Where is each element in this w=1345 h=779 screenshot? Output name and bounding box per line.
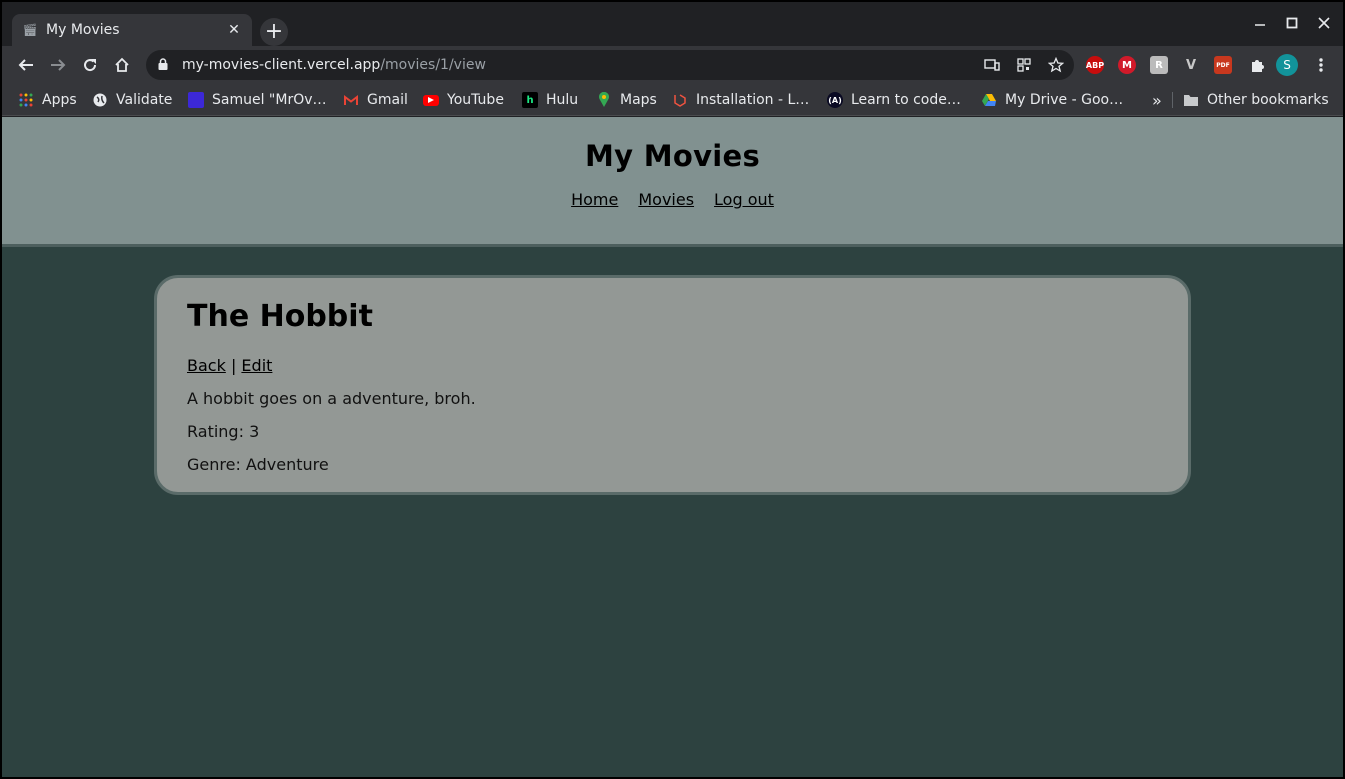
bookmark-label: Samuel "MrOv… — [212, 92, 327, 108]
url-path: /movies/1/view — [380, 57, 486, 73]
bookmark-samuel[interactable]: Samuel "MrOv… — [188, 90, 327, 110]
extension-r-icon[interactable]: R — [1150, 56, 1168, 74]
nav-movies-link[interactable]: Movies — [638, 190, 694, 209]
star-icon[interactable] — [1046, 55, 1066, 75]
bookmarks-overflow-button[interactable]: » — [1152, 90, 1162, 110]
tab-strip: 🎬︎ My Movies ✕ + — [2, 2, 1343, 46]
bookmark-my-drive[interactable]: My Drive - Goo… — [981, 90, 1123, 110]
home-icon[interactable] — [109, 52, 135, 78]
globe-icon — [92, 92, 108, 108]
page-content: My Movies Home Movies Log out The Hobbit… — [2, 117, 1343, 777]
back-arrow-icon[interactable] — [13, 52, 39, 78]
mega-extension-icon[interactable]: M — [1118, 56, 1136, 74]
movie-title: The Hobbit — [187, 299, 373, 334]
reload-icon[interactable] — [77, 52, 103, 78]
close-window-icon[interactable] — [1308, 12, 1340, 34]
browser-toolbar: my-movies-client.vercel.app /movies/1/vi… — [2, 46, 1343, 84]
tab-my-movies[interactable]: 🎬︎ My Movies ✕ — [12, 14, 252, 46]
bookmarks-divider — [1172, 92, 1173, 108]
bookmark-validate[interactable]: Validate — [92, 90, 172, 110]
cast-icon[interactable] — [982, 55, 1002, 75]
close-tab-icon[interactable]: ✕ — [226, 22, 242, 38]
bookmark-hulu[interactable]: h Hulu — [522, 90, 578, 110]
browser-window: 🎬︎ My Movies ✕ + my-movies-client.vercel… — [2, 2, 1343, 777]
site-header: My Movies Home Movies Log out — [2, 117, 1343, 247]
minimize-icon[interactable] — [1244, 12, 1276, 34]
puzzle-extensions-icon[interactable] — [1244, 52, 1270, 78]
bookmark-youtube[interactable]: YouTube — [423, 90, 504, 110]
back-link[interactable]: Back — [187, 356, 226, 375]
gmail-icon — [343, 92, 359, 108]
bookmark-label: Apps — [42, 92, 77, 108]
movie-genre: Genre: Adventure — [187, 455, 329, 474]
bookmark-gmail[interactable]: Gmail — [343, 90, 408, 110]
movie-description: A hobbit goes on a adventure, broh. — [187, 389, 476, 408]
clapperboard-icon: 🎬︎ — [22, 23, 38, 37]
maps-icon — [596, 92, 612, 108]
link-separator: | — [230, 356, 237, 375]
maximize-icon[interactable] — [1276, 12, 1308, 34]
address-bar[interactable]: my-movies-client.vercel.app /movies/1/vi… — [146, 50, 1074, 80]
bookmark-label: Learn to code… — [851, 92, 961, 108]
vue-devtools-icon[interactable]: V — [1182, 56, 1200, 74]
adblock-extension-icon[interactable]: ABP — [1086, 56, 1104, 74]
bookmarks-bar: Apps Validate Samuel "MrOv… Gmail YouTub… — [2, 84, 1343, 116]
new-tab-button[interactable]: + — [260, 18, 288, 46]
bookmark-learn-to-code[interactable]: (A) Learn to code… — [827, 90, 961, 110]
movie-rating: Rating: 3 — [187, 422, 260, 441]
freecodecamp-icon: (A) — [827, 92, 843, 108]
profile-avatar[interactable]: S — [1276, 54, 1298, 76]
bookmark-label: Validate — [116, 92, 173, 108]
bookmark-label: Other bookmarks — [1207, 92, 1329, 108]
laravel-icon — [672, 92, 688, 108]
bookmark-label: Gmail — [367, 92, 408, 108]
other-bookmarks[interactable]: Other bookmarks — [1183, 90, 1329, 110]
nav-logout-link[interactable]: Log out — [714, 190, 774, 209]
bookmark-label: My Drive - Goo… — [1005, 92, 1124, 108]
tab-title: My Movies — [46, 22, 120, 38]
lock-icon — [158, 57, 168, 73]
hulu-icon: h — [522, 92, 538, 108]
movie-card: The Hobbit Back | Edit A hobbit goes on … — [154, 275, 1191, 495]
bookmark-maps[interactable]: Maps — [596, 90, 657, 110]
kebab-menu-icon[interactable] — [1308, 52, 1334, 78]
nav-home-link[interactable]: Home — [571, 190, 618, 209]
bookmark-icon — [188, 92, 204, 108]
site-title: My Movies — [584, 139, 761, 173]
folder-icon — [1183, 92, 1199, 108]
site-nav: Home Movies Log out — [2, 190, 1343, 209]
bookmark-label: YouTube — [447, 92, 504, 108]
qr-code-icon[interactable] — [1014, 55, 1034, 75]
drive-icon — [981, 92, 997, 108]
movie-actions: Back | Edit — [187, 356, 1158, 375]
bookmark-label: Maps — [620, 92, 657, 108]
apps-grid-icon — [18, 92, 34, 108]
url-host: my-movies-client.vercel.app — [182, 57, 381, 73]
bookmark-label: Hulu — [546, 92, 579, 108]
youtube-icon — [423, 94, 439, 106]
pdf-extension-icon[interactable]: PDF — [1214, 56, 1232, 74]
bookmark-label: Installation - L… — [696, 92, 810, 108]
forward-arrow-icon[interactable] — [45, 52, 71, 78]
edit-link[interactable]: Edit — [241, 356, 272, 375]
bookmark-installation[interactable]: Installation - L… — [672, 90, 809, 110]
bookmark-apps[interactable]: Apps — [18, 90, 77, 110]
